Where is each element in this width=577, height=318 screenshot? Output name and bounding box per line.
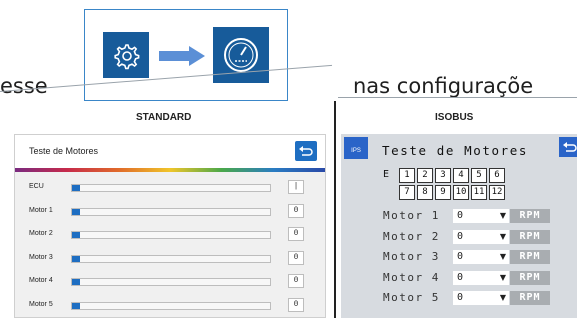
settings-callout (84, 9, 288, 101)
back-button[interactable] (559, 137, 577, 157)
standard-label: STANDARD (136, 112, 192, 123)
motor-progress-fill (72, 185, 80, 191)
ecu-button[interactable]: 1 (399, 168, 415, 183)
back-arrow-icon (299, 146, 313, 156)
motor-rpm-value: 0 (457, 271, 464, 283)
motor-progress-fill (72, 208, 80, 215)
motor-progress-bar (71, 184, 271, 192)
color-strip (15, 168, 325, 172)
motor-row: Motor 2 0 ▼ RPM (341, 228, 577, 246)
motor-progress-bar (71, 254, 271, 263)
motor-rpm-select[interactable]: 0 ▼ (453, 270, 509, 285)
divider-line (338, 97, 577, 98)
motor-value[interactable]: 0 (288, 227, 304, 241)
motor-label: Motor 2 (29, 230, 53, 237)
ecu-label: E (383, 169, 390, 180)
motor-value[interactable]: 0 (288, 250, 304, 265)
ecu-button[interactable]: 8 (417, 185, 433, 200)
isobus-screen: IPS Teste de Motores E 1 2 3 4 5 6 7 8 9 10 11 12 M… (341, 134, 577, 318)
vertical-divider (334, 101, 336, 318)
gear-icon (103, 32, 149, 78)
motor-label: Motor 4 (29, 277, 53, 284)
motor-rpm-select[interactable]: 0 ▼ (453, 291, 509, 305)
motor-row: Motor 1 0 ▼ RPM (341, 207, 577, 225)
caption-right: nas configuraçõe (353, 74, 534, 98)
motor-progress-bar (71, 207, 271, 216)
motor-label: Motor 3 (29, 253, 53, 261)
motor-value[interactable]: 0 (288, 297, 304, 312)
motor-label: ECU (29, 183, 44, 190)
motor-value[interactable]: 0 (288, 203, 304, 218)
motor-rpm-value: 0 (457, 210, 464, 221)
ecu-button[interactable]: 3 (435, 168, 451, 183)
rpm-unit-label: RPM (510, 250, 550, 264)
ecu-button[interactable]: 10 (453, 185, 469, 200)
motor-label: Motor 4 (383, 270, 440, 284)
caption-left: esse (0, 74, 48, 98)
motor-row: Motor 1 0 (15, 203, 325, 221)
motor-rpm-select[interactable]: 0 ▼ (453, 209, 509, 223)
motor-progress-bar (71, 278, 271, 286)
motor-progress-fill (72, 279, 80, 285)
motor-value[interactable]: 0 (288, 274, 304, 288)
isobus-title: Teste de Motores (382, 143, 529, 158)
chevron-down-icon: ▼ (499, 211, 506, 220)
motor-row: Motor 3 0 ▼ RPM (341, 248, 577, 266)
motor-label: Motor 5 (29, 300, 53, 308)
motor-label: Motor 3 (383, 250, 440, 263)
motor-row: ECU | (15, 179, 325, 197)
standard-title: Teste de Motores (29, 146, 99, 156)
motor-rpm-select[interactable]: 0 ▼ (453, 229, 509, 244)
rpm-unit-label: RPM (510, 209, 550, 223)
ecu-button[interactable]: 9 (435, 185, 451, 200)
motor-row: Motor 3 0 (15, 250, 325, 268)
back-button[interactable] (295, 141, 317, 161)
chevron-down-icon: ▼ (499, 231, 506, 241)
ecu-button[interactable]: 2 (417, 168, 433, 183)
motor-row: Motor 5 0 ▼ RPM (341, 289, 577, 307)
chevron-down-icon: ▼ (499, 293, 506, 302)
ecu-button[interactable]: 11 (471, 185, 487, 200)
motor-value[interactable]: | (288, 180, 304, 194)
motor-label: Motor 1 (383, 209, 440, 222)
standard-header: Teste de Motores (15, 135, 325, 168)
motor-progress-fill (72, 232, 80, 238)
ecu-button[interactable]: 12 (489, 185, 505, 200)
back-arrow-icon (563, 142, 577, 152)
ecu-button[interactable]: 5 (471, 168, 487, 183)
motor-row: Motor 4 0 ▼ RPM (341, 269, 577, 287)
chevron-down-icon: ▼ (499, 272, 506, 282)
standard-screen: Teste de Motores ECU | Motor 1 0 Motor 2 0 Mot… (14, 134, 326, 318)
ips-label: IPS (351, 148, 361, 154)
gauge-icon (213, 27, 269, 83)
motor-row: Motor 2 0 (15, 226, 325, 244)
motor-progress-bar (71, 231, 271, 239)
ecu-button[interactable]: 6 (489, 168, 505, 183)
isobus-label: ISOBUS (435, 112, 474, 123)
motor-rpm-value: 0 (457, 292, 464, 303)
motor-label: Motor 2 (383, 229, 440, 243)
ecu-button[interactable]: 7 (399, 185, 415, 200)
ecu-button[interactable]: 4 (453, 168, 469, 183)
rpm-unit-label: RPM (510, 291, 550, 305)
arrow-right-icon (159, 46, 205, 70)
motor-progress-fill (72, 255, 80, 262)
motor-progress-fill (72, 302, 80, 309)
motor-rpm-value: 0 (457, 251, 464, 262)
ips-button[interactable]: IPS (344, 137, 368, 159)
chevron-down-icon: ▼ (499, 252, 506, 261)
motor-progress-bar (71, 301, 271, 310)
motor-row: Motor 5 0 (15, 297, 325, 315)
motor-row: Motor 4 0 (15, 273, 325, 291)
rpm-unit-label: RPM (510, 229, 550, 244)
motor-rpm-select[interactable]: 0 ▼ (453, 250, 509, 264)
motor-label: Motor 5 (383, 291, 440, 304)
rpm-unit-label: RPM (510, 270, 550, 285)
motor-rpm-value: 0 (457, 230, 464, 242)
motor-label: Motor 1 (29, 206, 53, 214)
